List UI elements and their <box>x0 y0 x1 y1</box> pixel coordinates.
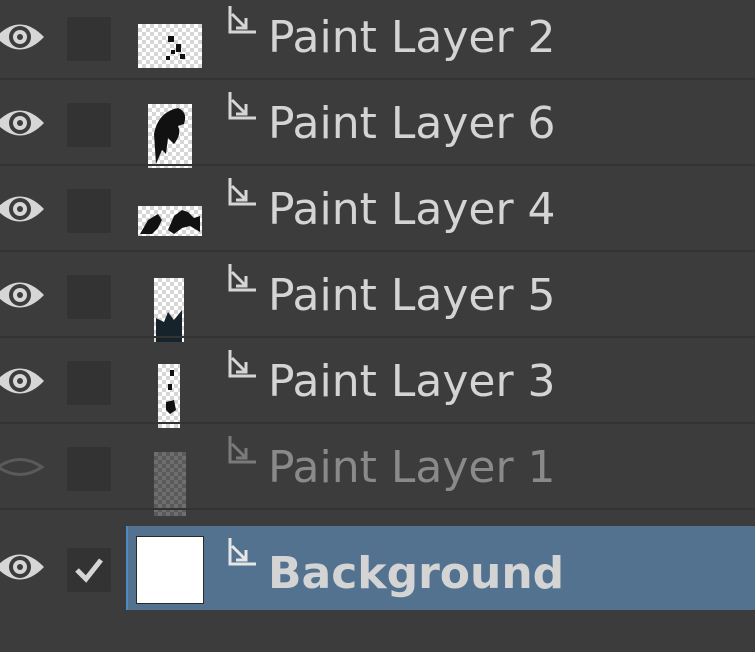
layers-panel: Paint Layer 2 Paint Layer 6 Paint Layer … <box>0 0 755 652</box>
clipping-mask-icon <box>228 92 256 120</box>
layer-thumbnail <box>136 536 204 604</box>
layer-name: Paint Layer 3 <box>268 356 556 407</box>
layer-checkbox[interactable] <box>67 447 111 491</box>
eye-icon[interactable] <box>0 100 46 146</box>
layer-thumbnail <box>154 452 186 516</box>
row-divider <box>0 508 755 510</box>
layer-row-paint-layer-5[interactable]: Paint Layer 5 <box>0 252 755 342</box>
layer-row-paint-layer-1[interactable]: Paint Layer 1 <box>0 424 755 516</box>
eye-icon[interactable] <box>0 272 46 318</box>
layer-name: Paint Layer 2 <box>268 12 556 63</box>
layer-checkbox[interactable] <box>67 189 111 233</box>
clipping-mask-icon <box>228 6 256 34</box>
layer-thumbnail <box>148 104 192 168</box>
layer-checkbox[interactable] <box>67 103 111 147</box>
eye-icon[interactable] <box>0 544 46 590</box>
clipping-mask-icon <box>228 264 256 292</box>
layer-name: Background <box>268 548 565 599</box>
layer-row-paint-layer-3[interactable]: Paint Layer 3 <box>0 338 755 428</box>
eye-icon[interactable] <box>0 358 46 404</box>
eye-icon[interactable] <box>0 186 46 232</box>
layer-name: Paint Layer 4 <box>268 184 556 235</box>
layer-checkbox[interactable] <box>67 548 111 592</box>
layer-thumbnail <box>138 206 202 236</box>
clipping-mask-icon <box>228 436 256 464</box>
layer-checkbox[interactable] <box>67 275 111 319</box>
layer-thumbnail <box>154 278 184 342</box>
layer-row-paint-layer-4[interactable]: Paint Layer 4 <box>0 166 755 252</box>
clipping-mask-icon <box>228 178 256 206</box>
layer-thumbnail <box>138 24 202 68</box>
layer-name: Paint Layer 5 <box>268 270 556 321</box>
layer-name: Paint Layer 1 <box>268 442 556 493</box>
clipping-mask-icon <box>228 350 256 378</box>
layer-row-paint-layer-2[interactable]: Paint Layer 2 <box>0 0 755 80</box>
eye-icon[interactable] <box>0 14 46 60</box>
layer-thumbnail <box>158 364 180 428</box>
clipping-mask-icon <box>228 538 256 566</box>
checkmark-icon <box>75 558 103 583</box>
layer-name: Paint Layer 6 <box>268 98 556 149</box>
eye-closed-icon[interactable] <box>0 444 46 490</box>
layer-row-background[interactable]: Background <box>0 526 755 610</box>
layer-row-paint-layer-6[interactable]: Paint Layer 6 <box>0 80 755 168</box>
layer-checkbox[interactable] <box>67 17 111 61</box>
layer-checkbox[interactable] <box>67 361 111 405</box>
